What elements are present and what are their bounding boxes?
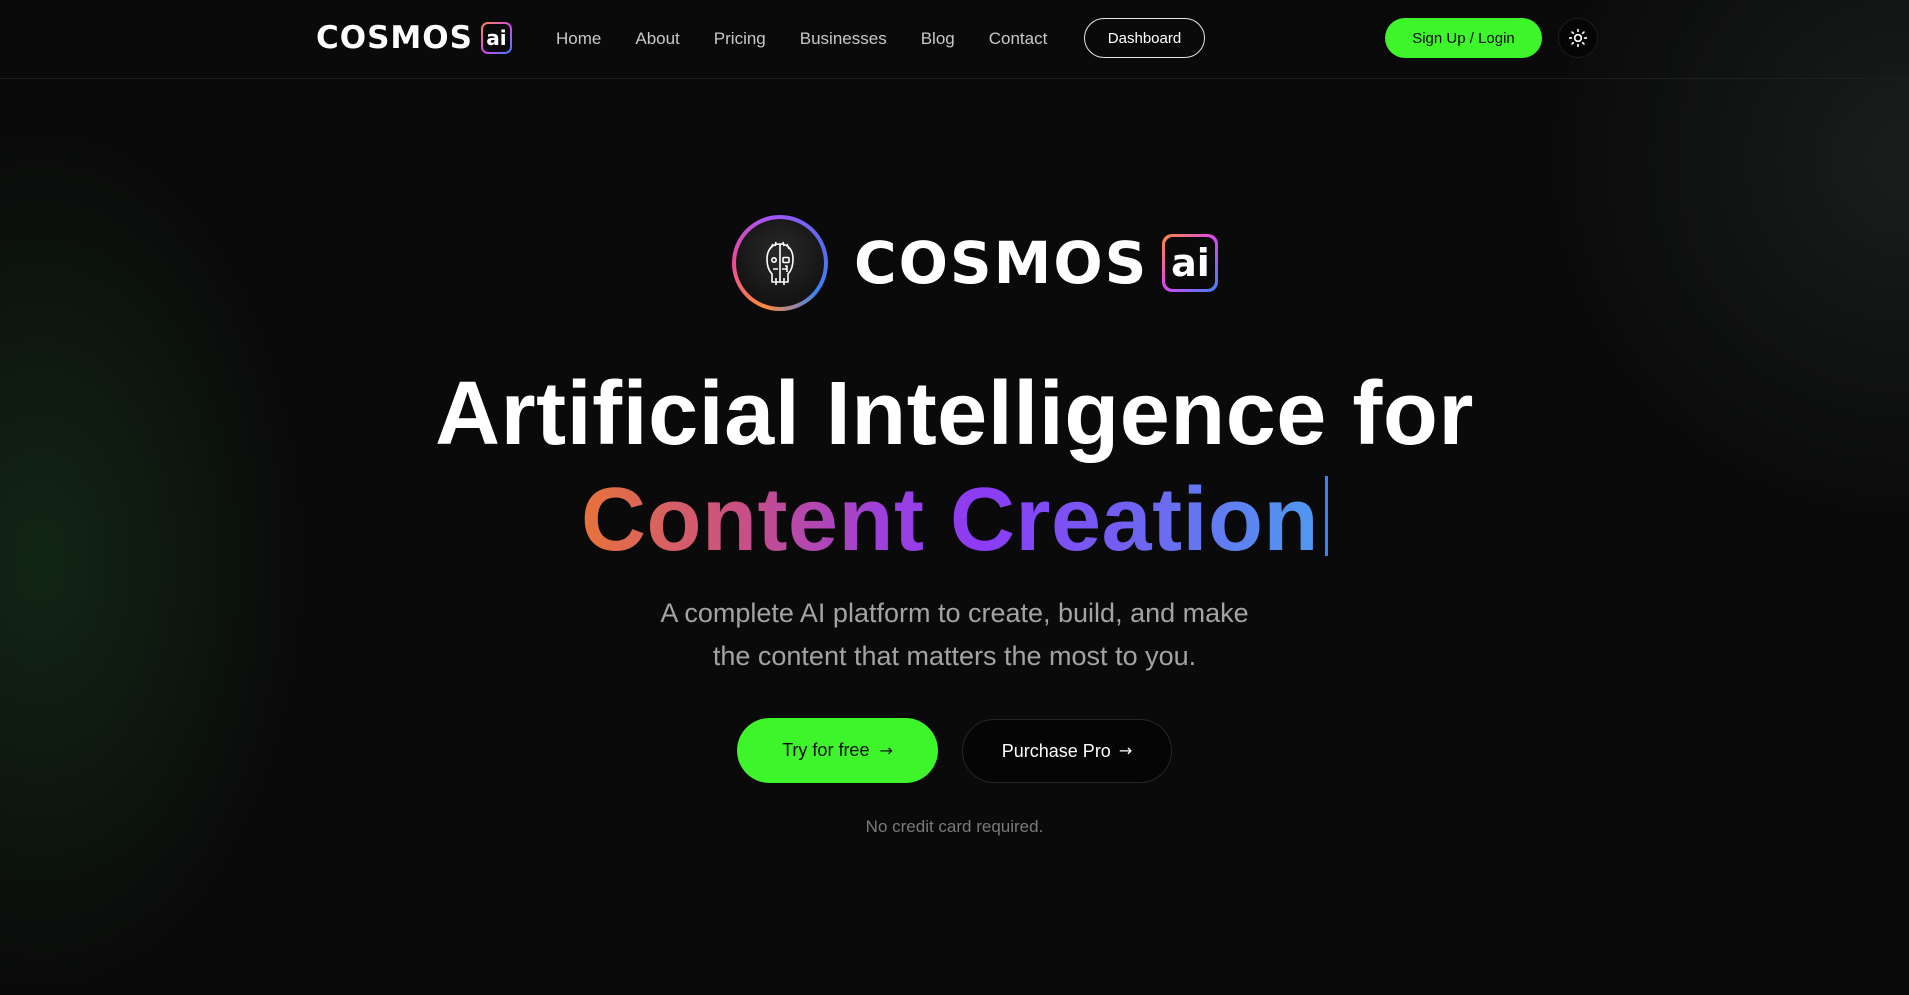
- hero-headline: Artificial Intelligence for: [435, 364, 1474, 464]
- hero-wordmark: COSMOS: [854, 228, 1149, 297]
- brand-wordmark: COSMOS: [316, 19, 473, 56]
- robot-face-icon: [766, 241, 794, 285]
- nav-link-pricing[interactable]: Pricing: [714, 29, 766, 49]
- purchase-pro-label: Purchase Pro: [1001, 740, 1111, 761]
- nav-link-about[interactable]: About: [635, 29, 679, 49]
- hero-headline-gradient: Content Creation: [0, 468, 1909, 572]
- hero-subtext: A complete AI platform to create, build,…: [0, 592, 1909, 678]
- typing-caret: [1325, 476, 1328, 556]
- landing-page: COSMOS ai Home About Pricing Businesses …: [0, 0, 1909, 995]
- nav-link-businesses[interactable]: Businesses: [800, 29, 887, 49]
- ai-badge-label: ai: [482, 24, 510, 52]
- sun-icon: [1568, 28, 1588, 48]
- nav-links: Home About Pricing Businesses Blog Conta…: [556, 0, 1081, 78]
- signup-login-button[interactable]: Sign Up / Login: [1385, 18, 1542, 58]
- nav-link-contact[interactable]: Contact: [989, 29, 1048, 49]
- arrow-right-icon: →: [1118, 741, 1133, 760]
- try-for-free-label: Try for free: [782, 740, 870, 760]
- try-for-free-button[interactable]: Try for free →: [737, 718, 938, 783]
- hero-subtext-line2: the content that matters the most to you…: [712, 641, 1197, 671]
- nav-link-blog[interactable]: Blog: [921, 29, 955, 49]
- top-navbar: COSMOS ai Home About Pricing Businesses …: [0, 0, 1909, 79]
- ai-badge: ai: [480, 22, 512, 54]
- headline-word-content: Content: [581, 470, 925, 570]
- hero-ai-badge-label: ai: [1165, 236, 1216, 289]
- arrow-right-icon: →: [879, 740, 893, 760]
- headline-gradient-text: Content Creation: [581, 470, 1319, 570]
- theme-toggle-button[interactable]: [1558, 18, 1598, 58]
- hero-subtext-line1: A complete AI platform to create, build,…: [660, 598, 1249, 628]
- nav-link-home[interactable]: Home: [556, 29, 601, 49]
- dashboard-button[interactable]: Dashboard: [1084, 18, 1205, 58]
- headline-word-creation: Creation: [949, 470, 1319, 570]
- hero-logo: COSMOS ai: [732, 213, 1219, 312]
- logo-ring: [732, 214, 828, 311]
- brand-logo[interactable]: COSMOS ai: [316, 22, 512, 54]
- purchase-pro-button[interactable]: Purchase Pro →: [962, 719, 1172, 783]
- no-credit-card-note: No credit card required.: [865, 817, 1044, 836]
- logo-inner: [736, 218, 824, 307]
- hero-ai-badge: ai: [1162, 233, 1219, 292]
